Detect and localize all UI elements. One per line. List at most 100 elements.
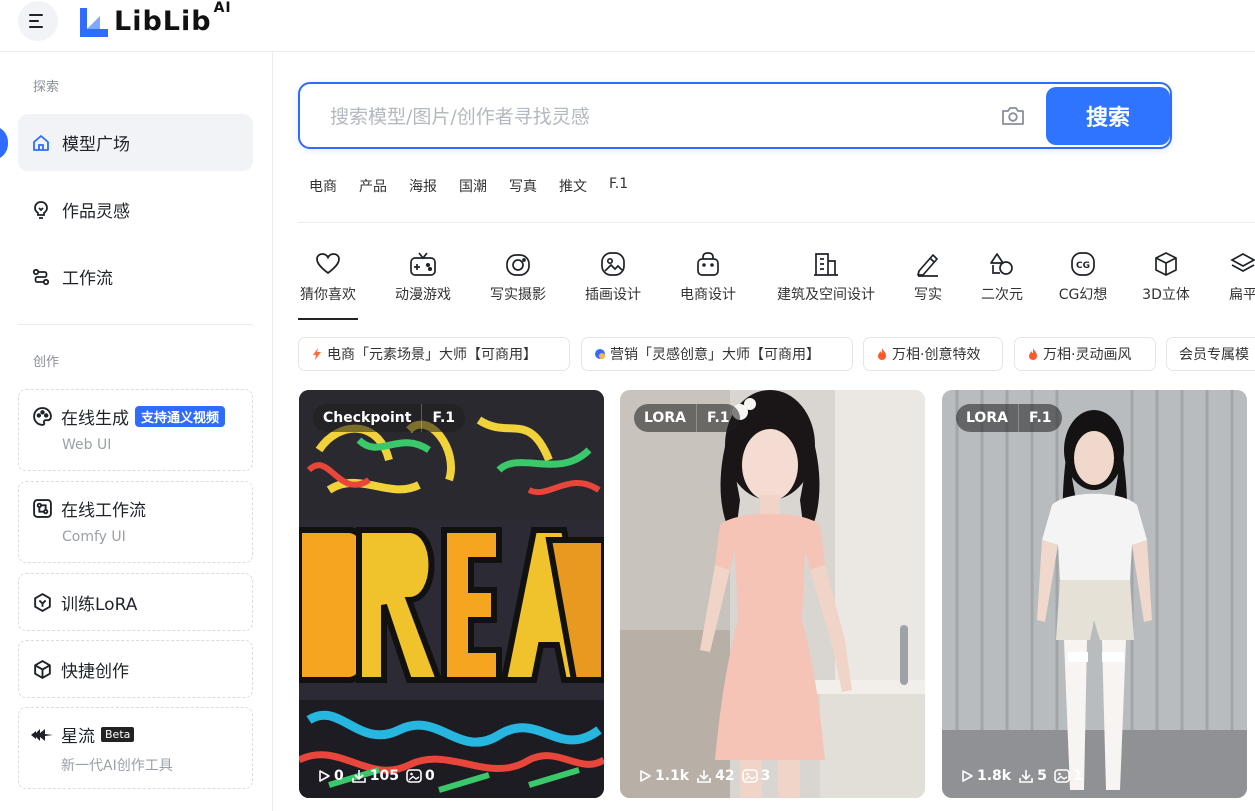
tab-realistic[interactable]: 写实 bbox=[910, 250, 946, 304]
tab-label: 写实摄影 bbox=[490, 287, 546, 303]
heart-icon bbox=[314, 250, 342, 278]
menu-button[interactable] bbox=[18, 1, 58, 41]
download-icon bbox=[1019, 770, 1033, 783]
sidebar: 探索 模型广场 作品灵感 工作流 创作 在线生成 支持通义视频 Web UI 在… bbox=[0, 52, 273, 811]
online-workflow-card[interactable]: 在线工作流 Comfy UI bbox=[18, 481, 253, 563]
camera-icon[interactable] bbox=[1000, 104, 1026, 128]
sidebar-item-workflow[interactable]: 工作流 bbox=[18, 248, 253, 305]
hot-tag[interactable]: 推文 bbox=[559, 176, 587, 196]
chip-marketing-master[interactable]: 营销「灵感创意」大师【可商用】 bbox=[581, 337, 853, 371]
image-icon bbox=[599, 250, 627, 278]
gamepad-icon bbox=[409, 250, 437, 278]
section-explore-label: 探索 bbox=[33, 80, 60, 95]
hot-tag[interactable]: 海报 bbox=[409, 176, 437, 196]
play-icon bbox=[640, 770, 651, 782]
sidebar-item-label: 作品灵感 bbox=[62, 202, 130, 222]
tab-ecommerce[interactable]: 电商设计 bbox=[678, 250, 738, 304]
tab-guess-you-like[interactable]: 猜你喜欢 bbox=[298, 250, 358, 304]
graffiti-dream-image bbox=[299, 390, 604, 798]
tab-real-photo[interactable]: 写实摄影 bbox=[488, 250, 548, 304]
shopping-bag-icon bbox=[694, 250, 722, 278]
run-count: 0 bbox=[317, 768, 344, 784]
chip-ecommerce-master[interactable]: 电商「元素场景」大师【可商用】 bbox=[298, 337, 570, 371]
sidebar-item-model-square[interactable]: 模型广场 bbox=[18, 114, 253, 171]
xingliu-card[interactable]: 星流 Beta 新一代AI创作工具 bbox=[18, 707, 253, 789]
tab-label: CG幻想 bbox=[1058, 287, 1108, 303]
run-count-value: 0 bbox=[334, 768, 344, 784]
palette-icon bbox=[31, 406, 53, 428]
hamburger-icon bbox=[29, 14, 43, 28]
hot-tag[interactable]: F.1 bbox=[609, 176, 628, 196]
portrait-white-tee-image bbox=[942, 390, 1247, 798]
tab-3d[interactable]: 3D立体 bbox=[1141, 250, 1191, 304]
chip-label: 会员专属模 bbox=[1179, 347, 1249, 363]
sidebar-item-inspiration[interactable]: 作品灵感 bbox=[18, 181, 253, 238]
model-base: F.1 bbox=[432, 410, 456, 426]
hot-tag[interactable]: 写真 bbox=[509, 176, 537, 196]
active-tab-underline bbox=[298, 318, 358, 320]
download-count-value: 5 bbox=[1037, 768, 1047, 784]
hot-tag[interactable]: 电商 bbox=[309, 176, 337, 196]
flame-icon bbox=[1029, 348, 1037, 360]
download-icon bbox=[351, 770, 366, 783]
video-support-badge: 支持通义视频 bbox=[135, 406, 226, 427]
liblib-logo[interactable]: LibLib AI bbox=[78, 0, 232, 38]
download-count: 42 bbox=[696, 768, 735, 784]
quick-create-card[interactable]: 快捷创作 bbox=[18, 640, 253, 698]
sidebar-item-label: 模型广场 bbox=[62, 135, 130, 155]
cg-icon: CG bbox=[1069, 250, 1097, 278]
search-input[interactable] bbox=[328, 98, 972, 136]
workflow-box-icon bbox=[31, 498, 53, 520]
tab-cg-fantasy[interactable]: CG CG幻想 bbox=[1058, 250, 1108, 304]
tab-label: 建筑及空间设计 bbox=[777, 287, 875, 303]
model-type-tag: Checkpoint F.1 bbox=[313, 404, 466, 432]
model-card[interactable]: LORA F.1 1.8k 5 1 bbox=[942, 390, 1247, 798]
tab-anime-games[interactable]: 动漫游戏 bbox=[393, 250, 453, 304]
section-create-label: 创作 bbox=[33, 355, 60, 370]
orb-icon bbox=[595, 349, 605, 359]
model-card[interactable]: Checkpoint F.1 0 105 0 bbox=[299, 390, 604, 798]
model-type: Checkpoint bbox=[323, 410, 412, 426]
download-count-value: 42 bbox=[715, 768, 735, 784]
tab-architecture[interactable]: 建筑及空间设计 bbox=[773, 250, 879, 304]
model-card[interactable]: LORA F.1 1.1k 42 3 bbox=[620, 390, 925, 798]
run-count-value: 1.1k bbox=[655, 768, 690, 784]
chip-wanxiang-effects[interactable]: 万相·创意特效 bbox=[863, 337, 1003, 371]
train-lora-card[interactable]: 训练LoRA bbox=[18, 573, 253, 631]
hot-tag[interactable]: 产品 bbox=[359, 176, 387, 196]
chip-label: 营销「灵感创意」大师【可商用】 bbox=[610, 347, 820, 363]
card-subtitle: Comfy UI bbox=[62, 529, 126, 545]
search-button[interactable]: 搜索 bbox=[1046, 87, 1170, 145]
card-title: 在线生成 bbox=[61, 409, 129, 429]
run-count: 1.1k bbox=[638, 768, 689, 784]
image-count-value: 3 bbox=[760, 768, 771, 784]
download-count-value: 105 bbox=[369, 768, 399, 784]
chip-label: 万相·创意特效 bbox=[892, 347, 981, 363]
logo-mark-icon bbox=[80, 8, 108, 37]
run-count-value: 1.8k bbox=[977, 768, 1012, 784]
home-icon bbox=[30, 132, 52, 154]
online-generate-card[interactable]: 在线生成 支持通义视频 Web UI bbox=[18, 389, 253, 471]
hot-tag[interactable]: 国潮 bbox=[459, 176, 487, 196]
card-subtitle: Web UI bbox=[62, 437, 112, 453]
sidebar-divider bbox=[18, 324, 253, 325]
card-title: 星流 bbox=[61, 727, 95, 747]
search-bar: 搜索 bbox=[298, 82, 1172, 149]
download-icon bbox=[697, 770, 711, 783]
cube-3d-icon bbox=[1152, 250, 1180, 278]
featured-chips: 电商「元素场景」大师【可商用】 营销「灵感创意」大师【可商用】 万相·创意特效 … bbox=[298, 337, 1255, 371]
image-count-value: 0 bbox=[424, 768, 435, 784]
tab-illustration[interactable]: 插画设计 bbox=[583, 250, 643, 304]
chip-member-exclusive[interactable]: 会员专属模 bbox=[1166, 337, 1255, 371]
main-divider bbox=[298, 222, 1255, 223]
layers-icon bbox=[1229, 250, 1255, 278]
image-count-icon bbox=[406, 769, 422, 783]
chip-wanxiang-anime[interactable]: 万相·灵动画风 bbox=[1014, 337, 1156, 371]
model-type: LORA bbox=[644, 410, 686, 426]
card-title: 在线工作流 bbox=[61, 501, 146, 521]
chip-label: 万相·灵动画风 bbox=[1043, 347, 1132, 363]
tab-flat[interactable]: 扁平 bbox=[1223, 250, 1255, 304]
tab-anime[interactable]: 二次元 bbox=[978, 250, 1026, 304]
model-base: F.1 bbox=[1028, 410, 1052, 426]
model-type-tag: LORA F.1 bbox=[634, 404, 740, 432]
